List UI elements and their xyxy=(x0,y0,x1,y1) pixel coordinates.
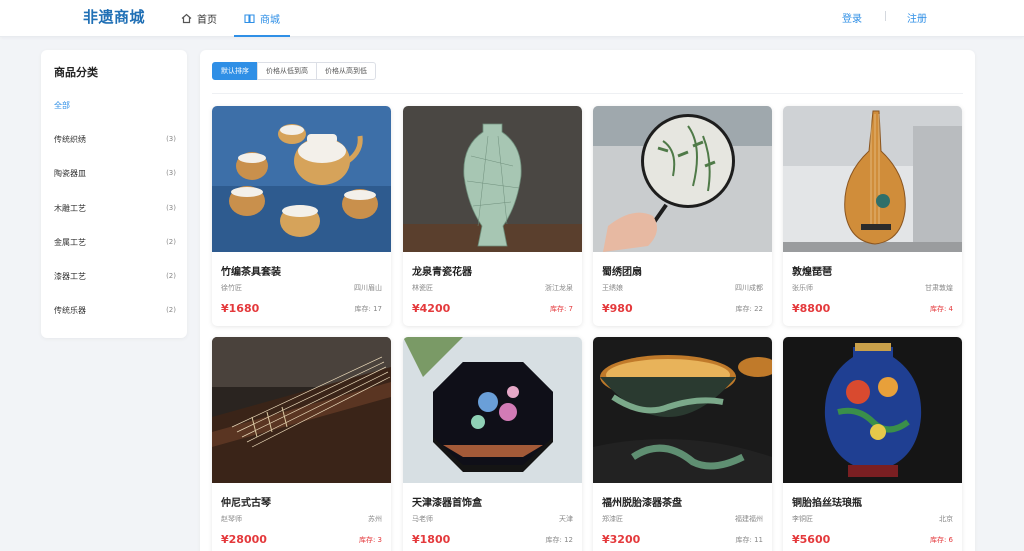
product-origin: 甘肃敦煌 xyxy=(925,284,953,292)
product-card[interactable]: 福州脱胎漆器茶盘 郑漆匠 福建福州 ¥3200 库存: 11 xyxy=(593,337,772,551)
product-maker: 林瓷匠 xyxy=(412,284,433,292)
nav-home-label: 首页 xyxy=(197,15,217,26)
category-label: 传统织绣 xyxy=(54,134,86,144)
category-label: 陶瓷器皿 xyxy=(54,168,86,178)
product-name: 竹编茶具套装 xyxy=(221,267,281,278)
category-textile[interactable]: 传统织绣 (3) xyxy=(54,131,176,147)
product-image xyxy=(593,337,772,483)
product-stock: 库存: 12 xyxy=(545,536,574,544)
product-name: 天津漆器首饰盒 xyxy=(412,498,482,509)
product-name: 铜胎掐丝珐琅瓶 xyxy=(792,498,862,509)
product-stock: 库存: 6 xyxy=(929,536,953,544)
product-stock: 库存: 7 xyxy=(549,305,573,313)
category-count: (2) xyxy=(166,238,176,246)
product-stock: 库存: 11 xyxy=(735,536,764,544)
product-card[interactable]: 龙泉青瓷花器 林瓷匠 浙江龙泉 ¥4200 库存: 7 xyxy=(403,106,582,326)
sidebar-title: 商品分类 xyxy=(54,66,98,79)
product-origin: 苏州 xyxy=(368,515,382,523)
category-label: 传统乐器 xyxy=(54,305,86,315)
login-link[interactable]: 登录 xyxy=(842,10,862,25)
sort-bar: 默认排序 价格从低到高 价格从高到低 xyxy=(212,62,376,80)
category-label: 金属工艺 xyxy=(54,237,86,247)
site-logo[interactable]: 非遗商城 xyxy=(83,6,145,27)
product-maker: 王绣娘 xyxy=(602,284,623,292)
product-image xyxy=(212,106,391,252)
product-image xyxy=(403,106,582,252)
product-card[interactable]: 竹编茶具套装 徐竹匠 四川眉山 ¥1680 库存: 17 xyxy=(212,106,391,326)
category-count: (3) xyxy=(166,169,176,177)
product-price: ¥1800 xyxy=(412,533,451,546)
product-name: 敦煌琵琶 xyxy=(792,267,832,278)
category-ceramics[interactable]: 陶瓷器皿 (3) xyxy=(54,165,176,181)
product-price: ¥3200 xyxy=(602,533,641,546)
product-card[interactable]: 仲尼式古琴 赵琴师 苏州 ¥28000 库存: 3 xyxy=(212,337,391,551)
product-maker: 赵琴师 xyxy=(221,515,242,523)
product-price: ¥28000 xyxy=(221,533,267,546)
product-price: ¥980 xyxy=(602,302,633,315)
product-image xyxy=(212,337,391,483)
product-origin: 浙江龙泉 xyxy=(545,284,573,292)
product-maker: 徐竹匠 xyxy=(221,284,242,292)
product-stock: 库存: 4 xyxy=(929,305,953,313)
product-name: 福州脱胎漆器茶盘 xyxy=(602,498,682,509)
product-price: ¥4200 xyxy=(412,302,451,315)
product-origin: 北京 xyxy=(939,515,953,523)
nav-home[interactable]: 首页 xyxy=(181,0,217,37)
product-price: ¥1680 xyxy=(221,302,260,315)
category-instruments[interactable]: 传统乐器 (2) xyxy=(54,302,176,318)
product-stock: 库存: 3 xyxy=(358,536,382,544)
product-card[interactable]: 铜胎掐丝珐琅瓶 李铜匠 北京 ¥5600 库存: 6 xyxy=(783,337,962,551)
product-origin: 天津 xyxy=(559,515,573,523)
product-price: ¥8800 xyxy=(792,302,831,315)
sort-price-asc-button[interactable]: 价格从低到高 xyxy=(257,62,317,80)
product-name: 仲尼式古琴 xyxy=(221,498,271,509)
category-label: 木雕工艺 xyxy=(54,203,86,213)
product-stock: 库存: 22 xyxy=(735,305,764,313)
sort-divider xyxy=(212,93,963,94)
home-icon xyxy=(181,13,192,24)
register-link[interactable]: 注册 xyxy=(907,10,927,25)
product-origin: 福建福州 xyxy=(735,515,763,523)
sort-price-desc-button[interactable]: 价格从高到低 xyxy=(316,62,376,80)
category-all[interactable]: 全部 xyxy=(54,97,176,113)
category-sidebar: 商品分类 全部 传统织绣 (3) 陶瓷器皿 (3) 木雕工艺 (3) 金属工艺 … xyxy=(41,50,187,338)
product-card[interactable]: 蜀绣团扇 王绣娘 四川成都 ¥980 库存: 22 xyxy=(593,106,772,326)
product-image xyxy=(593,106,772,252)
category-count: (2) xyxy=(166,272,176,280)
category-count: (3) xyxy=(166,135,176,143)
product-image xyxy=(783,337,962,483)
category-label: 全部 xyxy=(54,100,70,110)
product-panel: 默认排序 价格从低到高 价格从高到低 竹编茶具套装 徐竹匠 四川眉山 ¥1680… xyxy=(200,50,975,551)
product-name: 龙泉青瓷花器 xyxy=(412,267,472,278)
product-card[interactable]: 敦煌琵琶 张乐师 甘肃敦煌 ¥8800 库存: 4 xyxy=(783,106,962,326)
category-label: 漆器工艺 xyxy=(54,271,86,281)
product-maker: 张乐师 xyxy=(792,284,813,292)
product-price: ¥5600 xyxy=(792,533,831,546)
product-card[interactable]: 天津漆器首饰盒 马老师 天津 ¥1800 库存: 12 xyxy=(403,337,582,551)
auth-divider xyxy=(885,11,886,21)
product-image xyxy=(783,106,962,252)
nav-shop-label: 商城 xyxy=(260,15,280,26)
product-image xyxy=(403,337,582,483)
category-count: (3) xyxy=(166,204,176,212)
category-lacquer[interactable]: 漆器工艺 (2) xyxy=(54,268,176,284)
product-name: 蜀绣团扇 xyxy=(602,267,642,278)
top-header: 非遗商城 首页 商城 登录 注册 xyxy=(0,0,1024,37)
product-maker: 郑漆匠 xyxy=(602,515,623,523)
product-maker: 马老师 xyxy=(412,515,433,523)
book-icon xyxy=(244,13,255,24)
nav-shop[interactable]: 商城 xyxy=(234,0,290,37)
category-woodcarving[interactable]: 木雕工艺 (3) xyxy=(54,200,176,216)
category-metal[interactable]: 金属工艺 (2) xyxy=(54,234,176,250)
product-stock: 库存: 17 xyxy=(354,305,383,313)
category-count: (2) xyxy=(166,306,176,314)
sort-default-button[interactable]: 默认排序 xyxy=(212,62,258,80)
product-maker: 李铜匠 xyxy=(792,515,813,523)
product-origin: 四川眉山 xyxy=(354,284,382,292)
product-origin: 四川成都 xyxy=(735,284,763,292)
